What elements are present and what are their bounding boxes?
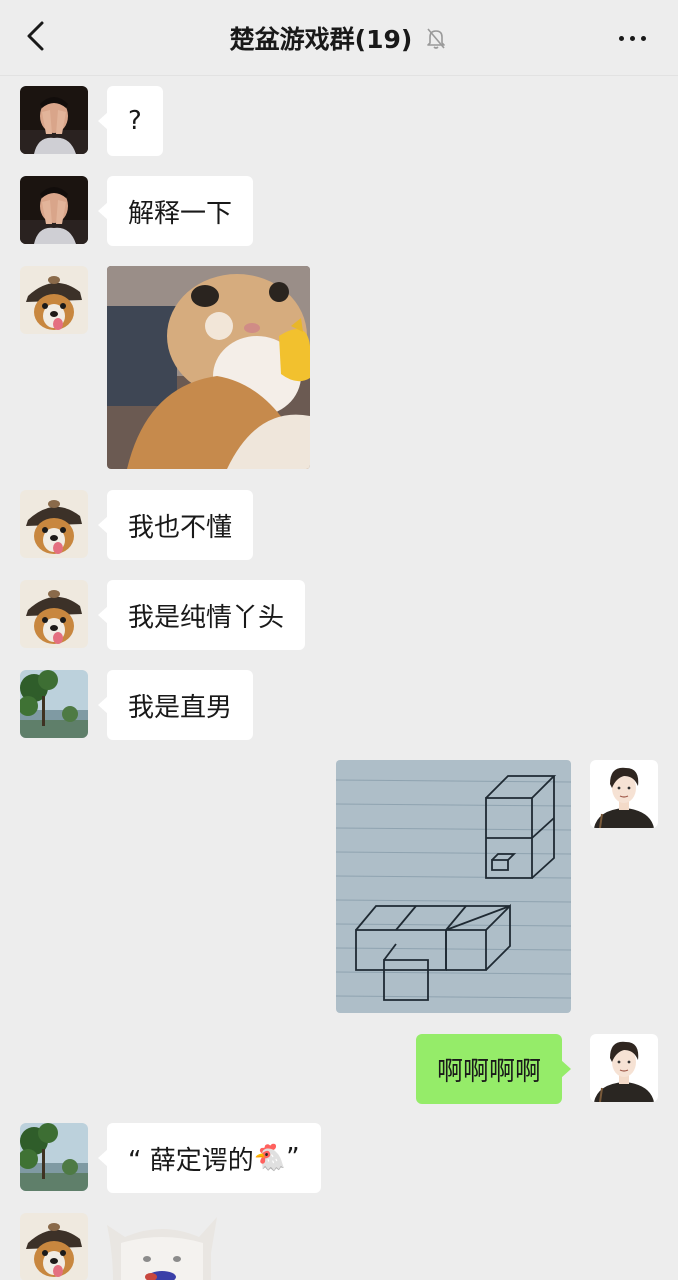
chat-header: 楚盆游戏群(19) — [0, 0, 678, 76]
cat-meme-image[interactable] — [107, 266, 310, 469]
cat-meme-image-2[interactable] — [107, 1213, 217, 1280]
more-dots-icon — [618, 35, 624, 41]
dog-hat-avatar[interactable] — [20, 490, 88, 558]
message-text: “ 薛定谔的 — [128, 1145, 254, 1176]
message-text: 我是直男 — [128, 692, 233, 723]
back-button[interactable] — [18, 18, 54, 58]
tree-landscape-avatar[interactable] — [20, 1123, 88, 1191]
chicken-emoji: 🐔 — [253, 1143, 287, 1173]
more-dot — [629, 35, 635, 41]
more-dot — [640, 35, 646, 41]
dog-hat-avatar[interactable] — [20, 266, 88, 334]
message-text: 解释一下 — [128, 198, 233, 229]
title-wrap: 楚盆游戏群(19) — [0, 0, 678, 76]
message-text: 啊啊啊啊 — [437, 1056, 542, 1087]
chat-title: 楚盆游戏群(19) — [229, 25, 413, 54]
message-bubble[interactable]: ? — [98, 86, 163, 156]
more-options-button[interactable] — [612, 24, 652, 52]
message-bubble[interactable]: 解释一下 — [97, 176, 254, 246]
self-cartoon-avatar[interactable] — [590, 1034, 658, 1102]
chevron-left-icon — [25, 20, 47, 56]
message-bubble[interactable]: 我是直男 — [97, 670, 254, 740]
message-bubble[interactable]: 我是纯情丫头 — [97, 580, 306, 650]
dog-hat-avatar[interactable] — [20, 1213, 88, 1280]
message-bubble[interactable]: 我也不懂 — [97, 490, 254, 560]
self-cartoon-avatar[interactable] — [590, 760, 658, 828]
message-bubble[interactable]: “ 薛定谔的 🐔 ” — [98, 1123, 321, 1193]
message-bubble-outgoing[interactable]: 啊啊啊啊 — [416, 1034, 572, 1104]
tree-landscape-avatar[interactable] — [20, 670, 88, 738]
dog-hat-avatar[interactable] — [20, 580, 88, 648]
message-text: 我也不懂 — [128, 512, 233, 543]
message-text-end: ” — [286, 1143, 300, 1173]
message-text: ? — [128, 106, 142, 136]
face-palm-man-avatar[interactable] — [20, 86, 88, 154]
bell-off-icon — [424, 26, 448, 50]
message-text: 我是纯情丫头 — [128, 602, 285, 633]
cube-sketch-image[interactable] — [336, 760, 571, 1013]
face-palm-man-avatar[interactable] — [20, 176, 88, 244]
